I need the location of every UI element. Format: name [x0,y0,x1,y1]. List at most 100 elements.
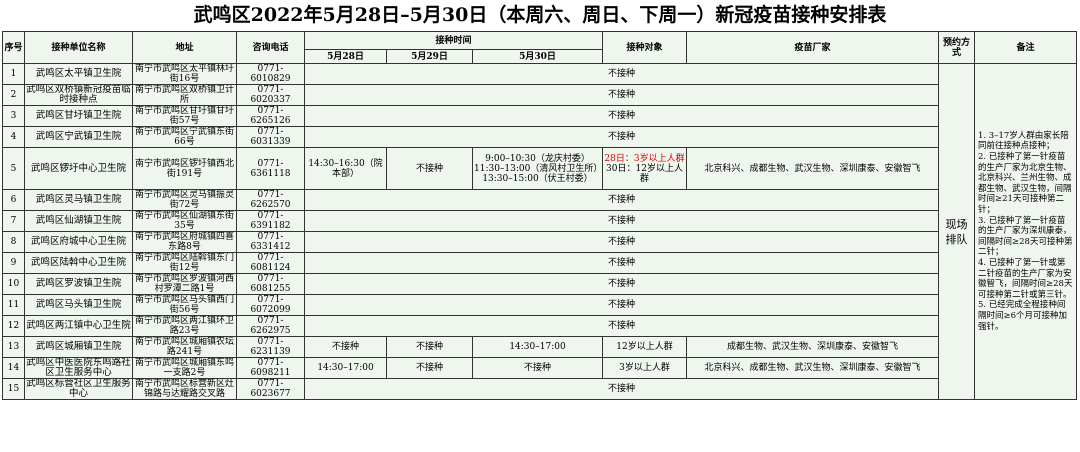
day2-time: 不接种 [386,147,473,190]
header-day-1: 5月28日 [304,49,387,64]
unit-name: 武鸣区马头镇卫生院 [24,294,133,316]
unit-address: 南宁市武鸣区仙湖镇东街35号 [132,210,237,232]
unit-phone: 0771-6010829 [236,63,305,85]
header-day-3: 5月30日 [472,49,603,64]
note-item: 1. 3–17岁人群由家长陪同前往接种点接种； [978,130,1069,152]
header-seq: 序号 [2,31,25,64]
unit-address: 南宁市武鸣区双桥镇卫计所 [132,84,237,106]
no-vaccination-cell: 不接种 [304,315,939,337]
day3-slot: 13:30–15:00（伏王村委） [482,173,593,184]
row-number: 2 [2,84,25,106]
unit-phone: 0771-6391182 [236,210,305,232]
unit-phone: 0771-6023677 [236,378,305,400]
target-group: 3岁以上人群 [602,357,687,379]
note-item: 4. 已接种了第一针或第二针疫苗的生产厂家为安徽智飞，间隔时间≥28天可接种第二… [978,257,1073,300]
schedule-table: 序号 接种单位名称 地址 咨询电话 接种时间 接种对象 疫苗厂家 预约方式 备注… [2,31,1077,400]
no-vaccination-cell: 不接种 [304,273,939,295]
no-vaccination-cell: 不接种 [304,231,939,253]
header-target: 接种对象 [602,31,687,64]
no-vaccination-cell: 不接种 [304,378,939,400]
unit-address: 南宁市武鸣区陆斡镇东门街12号 [132,252,237,274]
unit-name: 武鸣区城厢镇卫生院 [24,336,133,358]
no-vaccination-cell: 不接种 [304,63,939,85]
row-number: 3 [2,105,25,127]
row-number: 14 [2,357,25,379]
table-row: 11 武鸣区马头镇卫生院 南宁市武鸣区马头镇西门街56号 0771-607209… [2,294,1077,316]
table-row: 9 武鸣区陆斡中心卫生院 南宁市武鸣区陆斡镇东门街12号 0771-608112… [2,252,1077,274]
row-number: 15 [2,378,25,400]
row-number: 13 [2,336,25,358]
day2-time: 不接种 [386,357,473,379]
remarks-cell: 1. 3–17岁人群由家长陪同前往接种点接种； 2. 已接种了第一针疫苗的生产厂… [974,63,1077,400]
unit-name: 武鸣区宁武镇卫生院 [24,126,133,148]
row-number: 4 [2,126,25,148]
table-row: 3 武鸣区甘圩镇卫生院 南宁市武鸣区甘圩镇甘圩街57号 0771-6265126… [2,105,1077,127]
reserve-method-text: 现场排队 [945,217,968,246]
note-item: 5. 已经完成全程接种间隔时间≥6个月可接种加强针。 [978,300,1068,332]
no-vaccination-cell: 不接种 [304,84,939,106]
row-number: 1 [2,63,25,85]
vaccine-maker: 成都生物、武汉生物、深圳康泰、安徽智飞 [686,336,939,358]
unit-phone: 0771-6098211 [236,357,305,379]
header-unit: 接种单位名称 [24,31,133,64]
header-maker: 疫苗厂家 [686,31,939,64]
table-row: 12 武鸣区两江镇中心卫生院 南宁市武鸣区两江镇环卫路23号 0771-6262… [2,315,1077,337]
unit-name: 武鸣区标营社区卫生服务中心 [24,378,133,400]
unit-phone: 0771-6231139 [236,336,305,358]
unit-phone: 0771-6361118 [236,147,305,190]
table-row: 8 武鸣区府城中心卫生院 南宁市武鸣区府城镇四喜东路8号 0771-633141… [2,231,1077,253]
unit-name: 武鸣区甘圩镇卫生院 [24,105,133,127]
table-row: 5 武鸣区锣圩中心卫生院 南宁市武鸣区锣圩镇西北街191号 0771-63611… [2,147,1077,190]
day3-slot: 11:30–13:00（清风村卫生所） [474,163,603,174]
row-number: 8 [2,231,25,253]
no-vaccination-cell: 不接种 [304,189,939,211]
day1-time: 14:30–17:00 [304,357,387,379]
row-number: 6 [2,189,25,211]
no-vaccination-cell: 不接种 [304,105,939,127]
unit-name: 武鸣区锣圩中心卫生院 [24,147,133,190]
unit-phone: 0771-6020337 [236,84,305,106]
unit-phone: 0771-6072099 [236,294,305,316]
table-row: 6 武鸣区灵马镇卫生院 南宁市武鸣区灵马镇振灵街72号 0771-6262570… [2,189,1077,211]
unit-name: 武鸣区太平镇卫生院 [24,63,133,85]
header-time: 接种时间 [304,31,603,50]
target-day1: 28日：3岁以上人群 [604,153,685,164]
header-reserve: 预约方式 [938,31,975,64]
table-row: 10 武鸣区罗波镇卫生院 南宁市武鸣区罗波镇河西村罗潭二路1号 0771-608… [2,273,1077,295]
unit-address: 南宁市武鸣区城厢镇农坛路241号 [132,336,237,358]
unit-phone: 0771-6081124 [236,252,305,274]
unit-phone: 0771-6262570 [236,189,305,211]
page-title: 武鸣区2022年5月28日–5月30日（本周六、周日、下周一）新冠疫苗接种安排表 [193,4,887,26]
vaccine-maker: 北京科兴、成都生物、武汉生物、深圳康泰、安徽智飞 [686,147,939,190]
day1-time: 不接种 [304,336,387,358]
unit-phone: 0771-6262975 [236,315,305,337]
unit-address: 南宁市武鸣区马头镇西门街56号 [132,294,237,316]
day3-time: 9:00–10:30（龙庆村委） 11:30–13:00（清风村卫生所） 13:… [472,147,603,190]
header-phone: 咨询电话 [236,31,305,64]
row-number: 9 [2,252,25,274]
target-group: 12岁以上人群 [602,336,687,358]
unit-address: 南宁市武鸣区灵马镇振灵街72号 [132,189,237,211]
unit-name: 武鸣区仙湖镇卫生院 [24,210,133,232]
table-row: 13 武鸣区城厢镇卫生院 南宁市武鸣区城厢镇农坛路241号 0771-62311… [2,336,1077,358]
table-row: 15 武鸣区标营社区卫生服务中心 南宁市武鸣区标营新区灶锦路与达耀路交叉路 07… [2,378,1077,400]
day2-time: 不接种 [386,336,473,358]
table-row: 14 武鸣区中医医院东鸣路社区卫生服务中心 南宁市武鸣区城厢镇东鸣一支路2号 0… [2,357,1077,379]
unit-phone: 0771-6031339 [236,126,305,148]
unit-name: 武鸣区灵马镇卫生院 [24,189,133,211]
unit-name: 武鸣区府城中心卫生院 [24,231,133,253]
table-row: 2 武鸣区双桥镇新冠疫苗临时接种点 南宁市武鸣区双桥镇卫计所 0771-6020… [2,84,1077,106]
no-vaccination-cell: 不接种 [304,252,939,274]
unit-name: 武鸣区陆斡中心卫生院 [24,252,133,274]
note-item: 2. 已接种了第一针疫苗的生产厂家为北京生物、北京科兴、兰州生物、成都生物、武汉… [978,152,1072,216]
note-item: 3. 已接种了第一针疫苗的生产厂家为深圳康泰，间隔时间≥28天可接种第二针； [978,215,1073,258]
header-address: 地址 [132,31,237,64]
unit-phone: 0771-6081255 [236,273,305,295]
unit-name: 武鸣区罗波镇卫生院 [24,273,133,295]
vaccine-maker: 北京科兴、成都生物、武汉生物、深圳康泰、安徽智飞 [686,357,939,379]
day3-time: 14:30–17:00 [472,336,603,358]
day3-slot: 9:00–10:30（龙庆村委） [485,153,590,164]
row-number: 11 [2,294,25,316]
no-vaccination-cell: 不接种 [304,126,939,148]
target-day3: 30日：12岁以上人群 [606,163,683,184]
